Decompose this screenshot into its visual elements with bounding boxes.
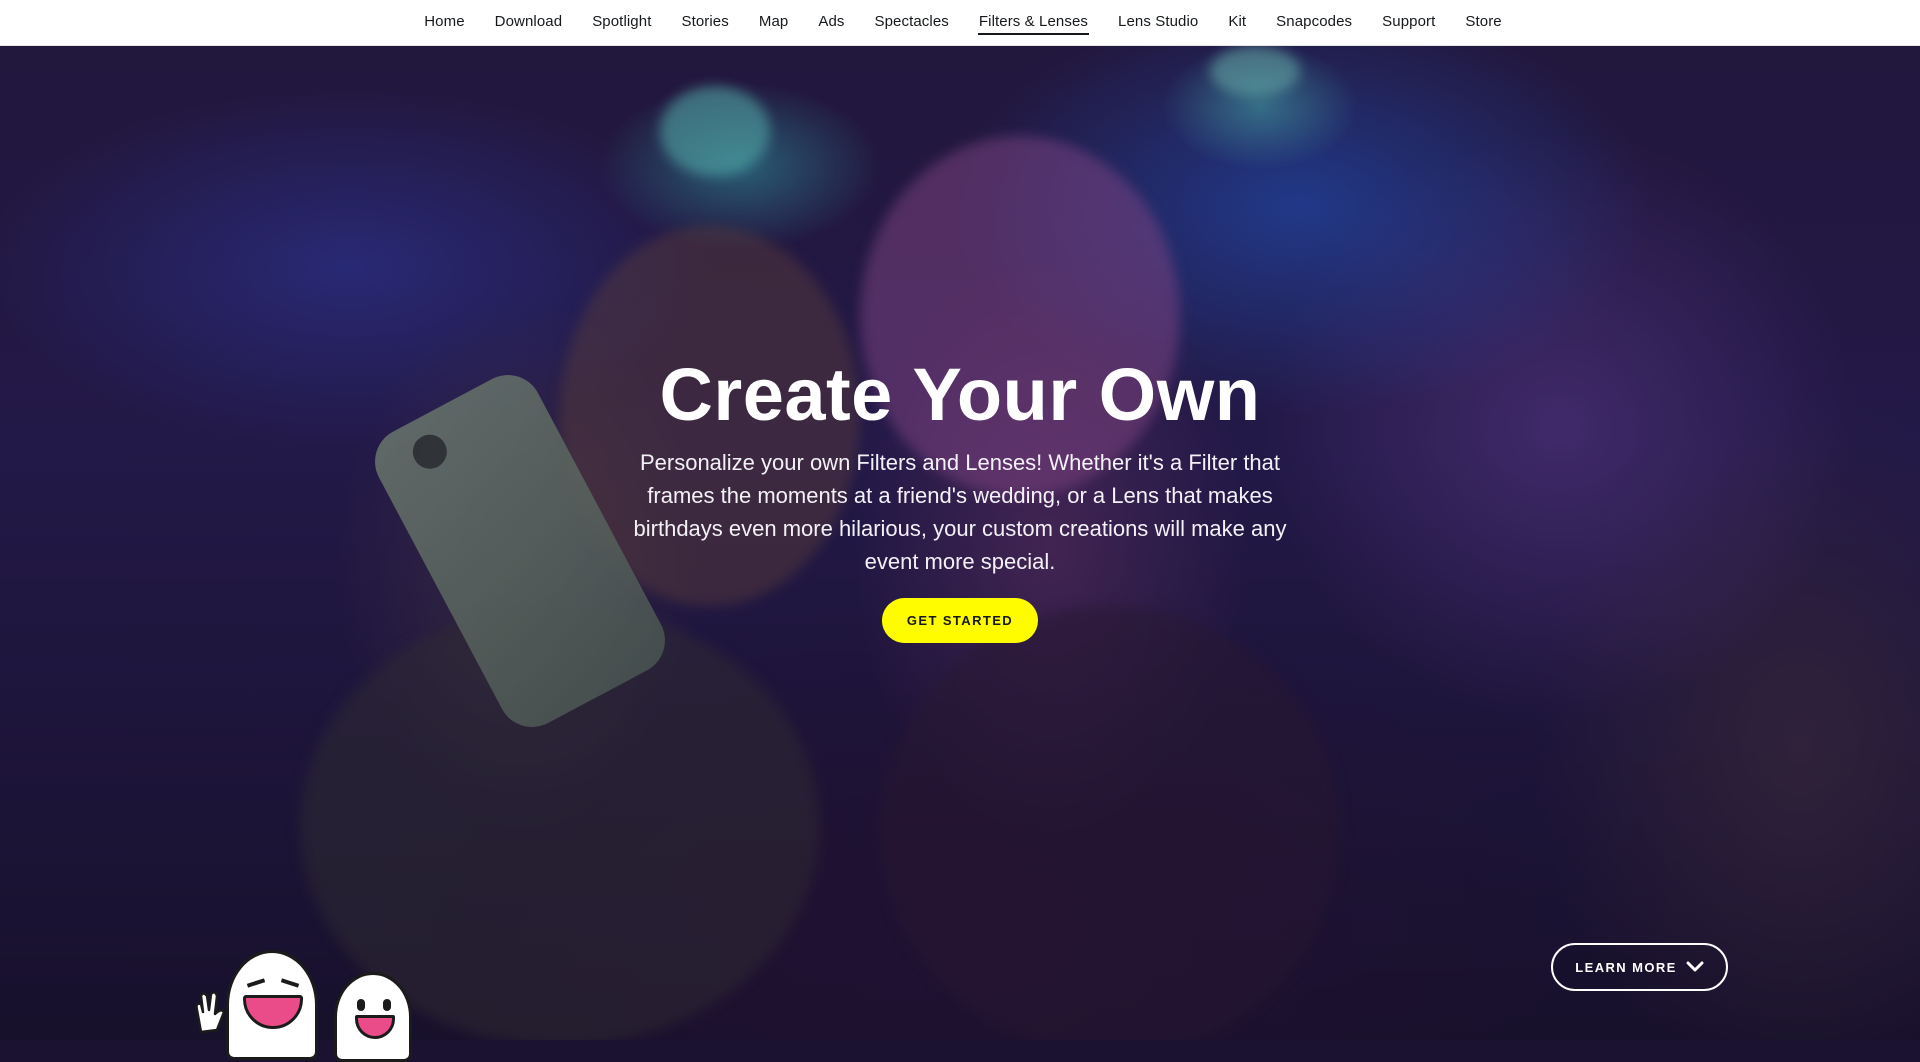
learn-more-button[interactable]: LEARN MORE (1551, 943, 1728, 991)
hero-content: Create Your Own Personalize your own Fil… (0, 358, 1920, 643)
nav-item-support[interactable]: Support (1381, 9, 1436, 36)
nav-item-map[interactable]: Map (758, 9, 789, 36)
top-navigation: Home Download Spotlight Stories Map Ads … (0, 0, 1920, 46)
ghost-mascot-large (226, 950, 318, 1060)
nav-item-download[interactable]: Download (494, 9, 564, 36)
nav-item-kit[interactable]: Kit (1227, 9, 1247, 36)
nav-item-store[interactable]: Store (1464, 9, 1502, 36)
learn-more-label: LEARN MORE (1575, 959, 1677, 975)
get-started-button[interactable]: GET STARTED (881, 598, 1039, 643)
hero-description: Personalize your own Filters and Lenses!… (633, 450, 1287, 574)
nav-item-stories[interactable]: Stories (680, 9, 729, 36)
ghost-mascot-small (334, 972, 412, 1062)
nav-item-spotlight[interactable]: Spotlight (591, 9, 652, 36)
ghost-mouth (243, 995, 303, 1029)
nav-item-filters-lenses[interactable]: Filters & Lenses (977, 9, 1090, 36)
nav-list: Home Download Spotlight Stories Map Ads … (423, 9, 1503, 36)
ghost-eye (357, 999, 365, 1011)
ghost-mouth (355, 1015, 395, 1039)
chevron-down-icon (1686, 961, 1704, 973)
nav-item-spectacles[interactable]: Spectacles (874, 9, 950, 36)
nav-item-ads[interactable]: Ads (817, 9, 845, 36)
ghost-eye (383, 999, 391, 1011)
ghost-eye (280, 978, 300, 988)
waving-hand-icon (195, 991, 226, 1034)
ghost-eye (246, 978, 266, 988)
nav-item-snapcodes[interactable]: Snapcodes (1275, 9, 1353, 36)
hero-title: Create Your Own (659, 353, 1261, 436)
nav-item-lens-studio[interactable]: Lens Studio (1117, 9, 1199, 36)
nav-item-home[interactable]: Home (423, 9, 465, 36)
